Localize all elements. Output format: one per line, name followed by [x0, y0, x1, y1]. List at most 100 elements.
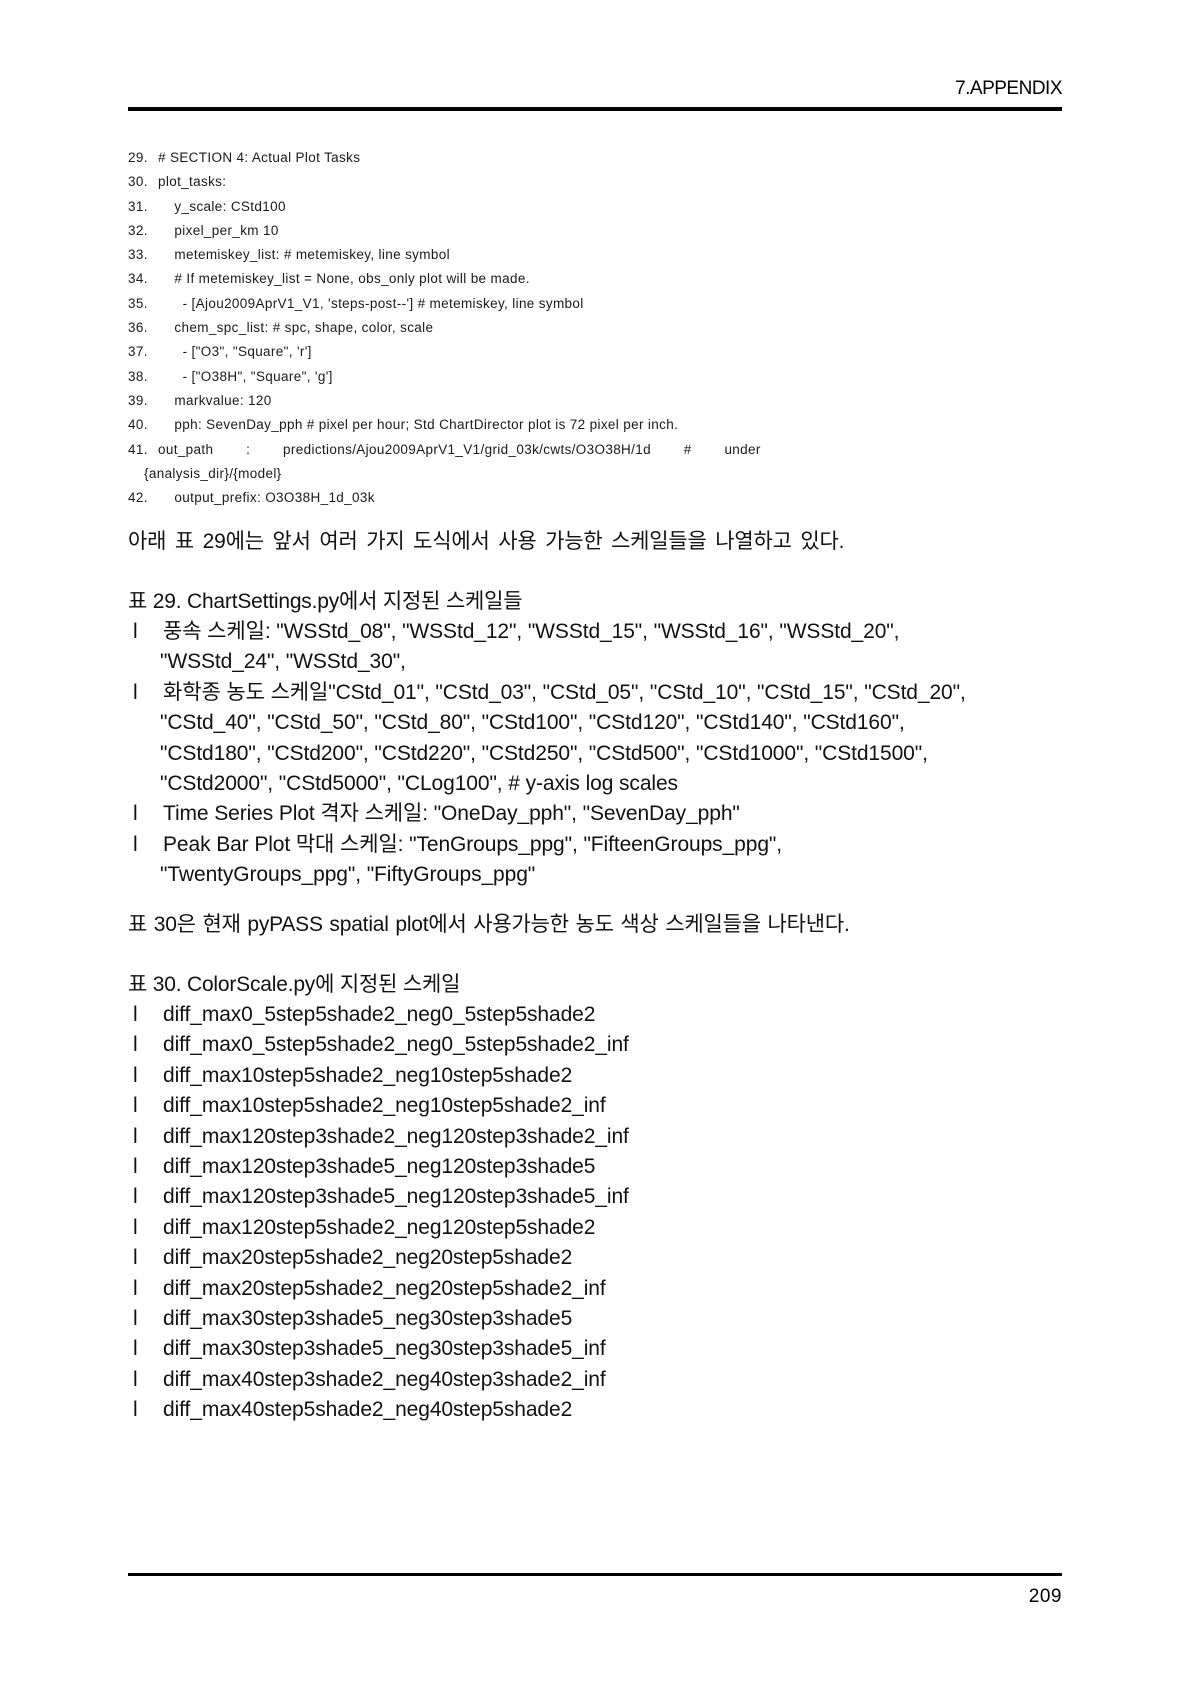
table30-colorscale-list: l diff_max0_5step5shade2_neg0_5step5shade…: [128, 1000, 1073, 1426]
list-bullet-marker: l: [133, 1215, 138, 1239]
list-item-line: Peak Bar Plot 막대 스케일: "TenGroups_ppg", "…: [163, 832, 782, 856]
code-line-number: 30.: [128, 174, 148, 190]
list-item-line: 풍속 스케일: "WSStd_08", "WSStd_12", "WSStd_1…: [163, 620, 900, 643]
code-line: 36. chem_spc_list: # spc, shape, color, …: [128, 316, 1062, 340]
header-title: 7.APPENDIX: [955, 78, 1062, 99]
list-bullet-marker: l: [133, 1094, 138, 1118]
table29-intro-paragraph: 아래 표 29에는 앞서 여러 가지 도식에서 사용 가능한 스케일들을 나열하…: [128, 530, 845, 553]
code-line-text: - ["O38H", "Square", 'g']: [158, 368, 333, 384]
page-header: 7.APPENDIX: [128, 78, 1063, 111]
list-item: l Peak Bar Plot 막대 스케일: "TenGroups_ppg", …: [128, 830, 1073, 891]
code-line-number: 41.: [128, 441, 148, 457]
list-bullet-marker: l: [133, 1185, 138, 1209]
list-item-line: 화학종 농도 스케일"CStd_01", "CStd_03", "CStd_05…: [163, 680, 966, 704]
list-item: l diff_max120step3shade2_neg120step3shade…: [128, 1122, 1073, 1152]
code-line-text: - [Ajou2009AprV1_V1, 'steps-post--'] # m…: [158, 295, 584, 311]
code-line-text: out_path : predictions/Ajou2009AprV1_V1/…: [158, 441, 761, 457]
list-item: l diff_max20step5shade2_neg20step5shade2_…: [128, 1274, 1073, 1304]
code-line-text: pph: SevenDay_pph # pixel per hour; Std …: [158, 417, 679, 433]
list-item: l diff_max40step3shade2_neg40step3shade2_…: [128, 1365, 1073, 1395]
list-item: l 풍속 스케일: "WSStd_08", "WSStd_12", "WSStd_…: [128, 617, 1073, 678]
list-item-line: "WSStd_24", "WSStd_30",: [160, 650, 406, 674]
list-bullet-marker: l: [133, 1337, 138, 1361]
list-item-label: diff_max40step3shade2_neg40step3shade2_i…: [163, 1367, 606, 1391]
code-line: 32. pixel_per_km 10: [128, 219, 1062, 243]
code-line-number: 38.: [128, 368, 148, 384]
list-item-label: diff_max120step3shade5_neg120step3shade5…: [163, 1185, 629, 1209]
table30-heading: 표 30. ColorScale.py에 지정된 스케일: [128, 973, 461, 996]
list-item: l diff_max120step5shade2_neg120step5shade…: [128, 1213, 1073, 1243]
table29-scale-list: l 풍속 스케일: "WSStd_08", "WSStd_12", "WSStd_…: [128, 617, 1073, 891]
code-line-number: 40.: [128, 417, 148, 433]
list-item-label: diff_max0_5step5shade2_neg0_5step5shade2: [163, 1003, 596, 1026]
code-line-text: y_scale: CStd100: [158, 198, 286, 214]
list-item: l diff_max120step3shade5_neg120step3shade…: [128, 1182, 1073, 1212]
list-item: l diff_max120step3shade5_neg120step3shade…: [128, 1152, 1073, 1182]
code-line-continuation: {analysis_dir}/{model}: [128, 462, 1062, 486]
list-bullet-marker: l: [133, 1155, 138, 1179]
code-line: 42. output_prefix: O3O38H_1d_03k: [128, 486, 1062, 510]
code-line: 41. out_path : predictions/Ajou2009AprV1_…: [128, 438, 1062, 462]
list-bullet-marker: l: [133, 1367, 138, 1391]
page-footer: 209: [128, 1573, 1062, 1608]
list-item: l 화학종 농도 스케일"CStd_01", "CStd_03", "CStd_0…: [128, 678, 1073, 800]
list-item-label: diff_max0_5step5shade2_neg0_5step5shade2…: [163, 1033, 629, 1057]
list-item-label: diff_max120step3shade5_neg120step3shade5: [163, 1155, 596, 1179]
list-bullet-marker: l: [133, 1033, 138, 1057]
list-bullet-marker: l: [133, 1003, 138, 1026]
list-item: l diff_max10step5shade2_neg10step5shade2_…: [128, 1091, 1073, 1121]
list-item: l Time Series Plot 격자 스케일: "OneDay_pph", …: [128, 799, 1073, 829]
list-bullet-marker: l: [133, 832, 138, 856]
list-item: l diff_max0_5step5shade2_neg0_5step5shade…: [128, 1030, 1073, 1060]
code-line-number: 34.: [128, 271, 148, 287]
code-line: 29. # SECTION 4: Actual Plot Tasks: [128, 146, 1062, 170]
code-line: 30. plot_tasks:: [128, 170, 1062, 194]
code-line-number: 37.: [128, 344, 148, 360]
code-line-number: 42.: [128, 490, 148, 506]
list-item-label: diff_max120step3shade2_neg120step3shade2…: [163, 1124, 629, 1148]
code-line-number: 31.: [128, 198, 148, 214]
code-line-number: 33.: [128, 247, 148, 263]
code-listing: 29. # SECTION 4: Actual Plot Tasks 30. plot…: [128, 146, 1062, 510]
list-item: l diff_max30step3shade5_neg30step3shade5: [128, 1304, 1073, 1334]
list-item-label: diff_max30step3shade5_neg30step3shade5_i…: [163, 1337, 606, 1361]
code-line: 31. y_scale: CStd100: [128, 195, 1062, 219]
code-line: 37. - ["O3", "Square", 'r']: [128, 340, 1062, 364]
list-item-line: "CStd180", "CStd200", "CStd220", "CStd25…: [160, 741, 928, 765]
list-bullet-marker: l: [133, 1246, 138, 1270]
list-item-label: diff_max10step5shade2_neg10step5shade2: [163, 1063, 573, 1087]
code-line-text: {analysis_dir}/{model}: [144, 465, 282, 481]
list-bullet-marker: l: [133, 620, 138, 643]
code-line-text: output_prefix: O3O38H_1d_03k: [158, 490, 375, 506]
list-item: l diff_max30step3shade5_neg30step3shade5_…: [128, 1334, 1073, 1364]
list-item-label: diff_max30step3shade5_neg30step3shade5: [163, 1307, 573, 1331]
code-line-text: # If metemiskey_list = None, obs_only pl…: [158, 271, 530, 287]
code-line: 38. - ["O38H", "Square", 'g']: [128, 365, 1062, 389]
document-page: 7.APPENDIX 29. # SECTION 4: Actual Plot T…: [0, 0, 1190, 1682]
code-line-text: metemiskey_list: # metemiskey, line symb…: [158, 247, 450, 263]
code-line-number: 36.: [128, 320, 148, 336]
list-item: l diff_max0_5step5shade2_neg0_5step5shade…: [128, 1000, 1073, 1030]
list-item-line: "CStd_40", "CStd_50", "CStd_80", "CStd10…: [160, 711, 905, 735]
list-item-line: Time Series Plot 격자 스케일: "OneDay_pph", "…: [163, 802, 740, 826]
list-item: l diff_max10step5shade2_neg10step5shade2: [128, 1061, 1073, 1091]
list-item-label: diff_max20step5shade2_neg20step5shade2_i…: [163, 1276, 606, 1300]
list-bullet-marker: l: [133, 1398, 138, 1422]
list-item-label: diff_max10step5shade2_neg10step5shade2_i…: [163, 1094, 606, 1118]
code-line-number: 39.: [128, 392, 148, 408]
code-line-number: 35.: [128, 295, 148, 311]
header-divider: [128, 107, 1062, 111]
code-line-text: plot_tasks:: [158, 174, 227, 190]
list-item-line: "TwentyGroups_ppg", "FiftyGroups_ppg": [160, 863, 536, 887]
list-bullet-marker: l: [133, 1276, 138, 1300]
code-line-text: markvalue: 120: [158, 392, 272, 408]
code-line-text: chem_spc_list: # spc, shape, color, scal…: [158, 320, 434, 336]
list-item: l diff_max40step5shade2_neg40step5shade2: [128, 1395, 1073, 1425]
list-bullet-marker: l: [133, 680, 138, 704]
code-line-text: pixel_per_km 10: [158, 222, 279, 238]
table29-heading: 표 29. ChartSettings.py에서 지정된 스케일들: [128, 590, 523, 613]
list-item-label: diff_max120step5shade2_neg120step5shade2: [163, 1215, 596, 1239]
code-line-text: # SECTION 4: Actual Plot Tasks: [158, 150, 361, 165]
list-bullet-marker: l: [133, 802, 138, 826]
list-item-line: "CStd2000", "CStd5000", "CLog100", # y-a…: [160, 772, 678, 796]
